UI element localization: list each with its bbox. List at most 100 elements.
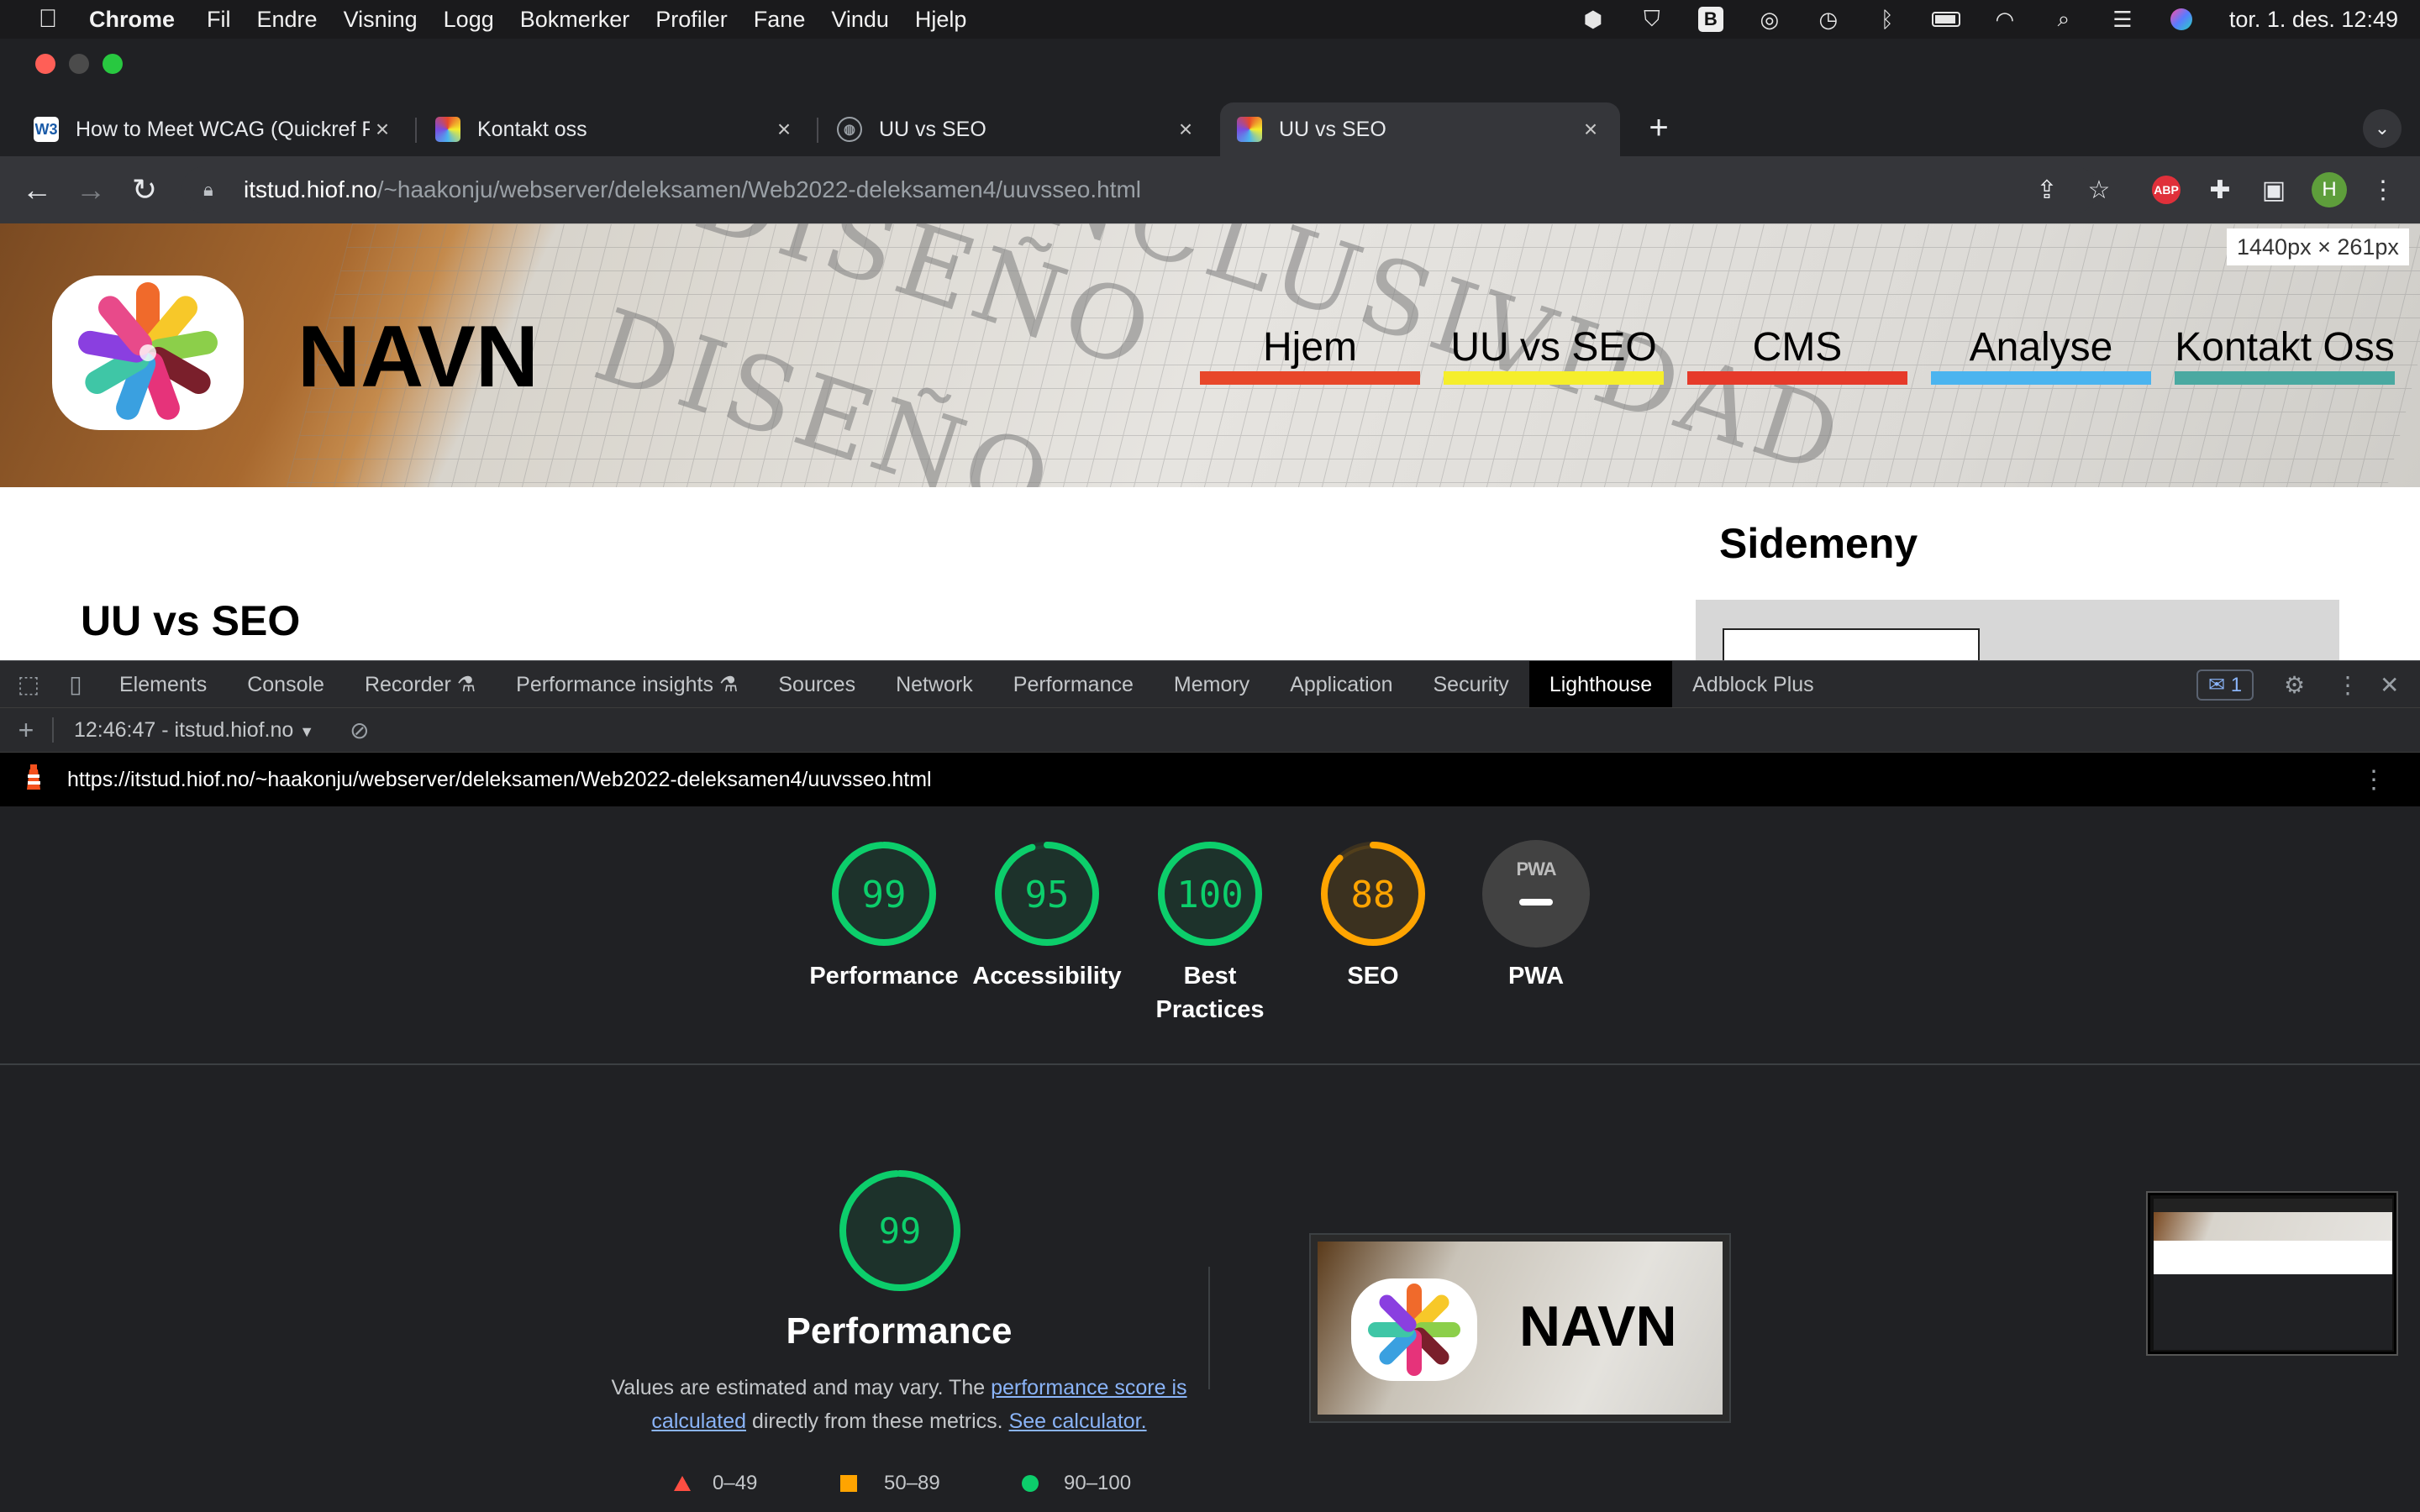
menu-vindu[interactable]: Vindu (831, 7, 889, 33)
devtools-tab-sources[interactable]: Sources (758, 661, 876, 708)
chrome-menu-kebab-icon[interactable]: ⋮ (2363, 170, 2403, 210)
nav-link-analyse[interactable]: Analyse (1931, 324, 2151, 370)
menu-fil[interactable]: Fil (207, 7, 231, 33)
side-panel-icon[interactable]: ▣ (2254, 170, 2294, 210)
adblock-extension-button[interactable]: ABP (2146, 170, 2186, 210)
site-logo[interactable] (52, 276, 244, 430)
new-tab-button[interactable]: + (1639, 108, 1679, 148)
tab-search-chevron-icon[interactable]: ⌄ (2363, 109, 2402, 148)
tab-label: UU vs SEO (1279, 117, 1386, 141)
apple-menu-icon[interactable]:  (29, 5, 67, 34)
devtools-tab-performance-insights[interactable]: Performance insights ⚗ (496, 661, 758, 708)
zoom-window-button[interactable] (103, 54, 123, 74)
hexagon-icon[interactable]: ⬢ (1579, 7, 1607, 32)
devtools-tab-recorder[interactable]: Recorder ⚗ (345, 661, 496, 708)
legend-range: 90–100 (1064, 1472, 1132, 1494)
search-icon[interactable]: ⌕ (2049, 6, 2078, 32)
b-app-icon[interactable]: B (1697, 7, 1725, 32)
report-menu-kebab-icon[interactable]: ⋮ (2361, 765, 2386, 795)
battery-icon[interactable] (1931, 7, 1960, 32)
device-toolbar-icon[interactable]: ▯ (52, 661, 99, 708)
gauge-performance[interactable]: 99 Performance (802, 840, 966, 993)
tab-uu-vs-seo[interactable]: ◍ UU vs SEO × (820, 102, 1215, 156)
globe-icon: ◍ (837, 117, 862, 142)
browser-toolbar: ← → ↻ 🔒︎ itstud.hiof.no/~haakonju/webser… (0, 156, 2420, 223)
devtools-menu-kebab-icon[interactable]: ⋮ (2336, 661, 2361, 708)
menu-bokmerker[interactable]: Bokmerker (520, 7, 630, 33)
gauge-label: PWA (1507, 963, 1565, 990)
bluetooth-icon[interactable]: ᛒ (1873, 7, 1902, 32)
fullpage-screenshot-thumbnail[interactable] (2148, 1193, 2396, 1354)
back-button[interactable]: ← (17, 170, 57, 210)
menu-app-chrome[interactable]: Chrome (89, 7, 175, 33)
site-favicon-icon (435, 117, 460, 142)
clear-reports-icon[interactable]: ⊘ (350, 717, 369, 744)
issues-button[interactable]: ✉ 1 (2196, 661, 2254, 708)
devtools-tab-console[interactable]: Console (227, 661, 345, 708)
gauge-pwa[interactable]: PWA PWA (1454, 840, 1618, 993)
reload-button[interactable]: ↻ (124, 170, 165, 210)
time-machine-icon[interactable]: ◷ (1814, 7, 1843, 32)
menu-endre[interactable]: Endre (257, 7, 318, 33)
gauge-best-practices[interactable]: 100 Best Practices (1128, 840, 1292, 1026)
new-report-plus-icon[interactable]: + (0, 715, 52, 746)
close-tab-icon[interactable]: × (1578, 116, 1603, 143)
flask-icon: ⚗ (456, 672, 476, 696)
minimize-window-button[interactable] (69, 54, 89, 74)
lock-icon[interactable]: 🔒︎ (203, 179, 225, 201)
menu-logg[interactable]: Logg (444, 7, 494, 33)
tab-separator (817, 118, 818, 143)
shield-icon[interactable]: ⛉ (1638, 6, 1666, 32)
devtools-tab-elements[interactable]: Elements (99, 661, 227, 708)
inspect-element-icon[interactable]: ⬚ (5, 661, 52, 708)
tab-separator (415, 118, 417, 143)
menu-profiler[interactable]: Profiler (655, 7, 728, 33)
nav-link-cms[interactable]: CMS (1687, 324, 1907, 370)
devtools-tab-memory[interactable]: Memory (1154, 661, 1270, 708)
menu-visning[interactable]: Visning (344, 7, 418, 33)
share-icon[interactable]: ⇪ (2027, 170, 2067, 210)
close-devtools-icon[interactable]: ✕ (2380, 661, 2405, 708)
settings-gear-icon[interactable]: ⚙ (2284, 661, 2317, 708)
tab-kontakt-oss[interactable]: Kontakt oss × (418, 102, 813, 156)
devtools-tab-lighthouse[interactable]: Lighthouse (1528, 660, 1673, 708)
tab-wcag[interactable]: W3 How to Meet WCAG (Quickref Reference)… (17, 102, 412, 156)
nav-link-uu-vs-seo[interactable]: UU vs SEO (1444, 324, 1664, 370)
report-url[interactable]: https://itstud.hiof.no/~haakonju/webserv… (67, 768, 932, 792)
devtools-tab-security[interactable]: Security (1413, 661, 1529, 708)
sidebar-search-input[interactable] (1723, 628, 1980, 660)
devtools-tab-adblock-plus[interactable]: Adblock Plus (1672, 661, 1834, 708)
devtools-tab-network[interactable]: Network (876, 661, 993, 708)
tab-uu-vs-seo-active[interactable]: UU vs SEO × (1220, 102, 1620, 156)
profile-button[interactable]: H (2309, 170, 2349, 210)
siri-icon[interactable] (2167, 7, 2196, 32)
pass-circle-icon (1022, 1475, 1039, 1492)
close-tab-icon[interactable]: × (370, 116, 395, 143)
gauge-accessibility[interactable]: 95 Accessibility (965, 840, 1129, 993)
devtools-tab-application[interactable]: Application (1270, 661, 1413, 708)
bookmark-star-icon[interactable]: ☆ (2079, 170, 2119, 210)
see-calculator-link[interactable]: See calculator. (1009, 1410, 1147, 1433)
nav-link-hjem[interactable]: Hjem (1200, 324, 1420, 370)
menu-fane[interactable]: Fane (754, 7, 806, 33)
airdrop-icon[interactable]: ◎ (1755, 7, 1784, 32)
menubar-clock[interactable]: tor. 1. des. 12:49 (2229, 7, 2398, 33)
extensions-puzzle-icon[interactable]: ✚ (2200, 170, 2240, 210)
forward-button[interactable]: → (71, 170, 111, 210)
report-selector[interactable]: 12:46:47 - itstud.hiof.no ▼ (74, 718, 314, 743)
control-center-icon[interactable]: ☰ (2108, 7, 2137, 32)
close-window-button[interactable] (35, 54, 55, 74)
w3c-favicon-icon: W3 (34, 117, 59, 142)
close-tab-icon[interactable]: × (771, 116, 797, 143)
menu-hjelp[interactable]: Hjelp (915, 7, 967, 33)
gauge-seo[interactable]: 88 SEO (1291, 840, 1455, 993)
final-screenshot[interactable]: NAVN (1309, 1233, 1731, 1423)
close-tab-icon[interactable]: × (1173, 116, 1198, 143)
thumbnail-content (2154, 1241, 2392, 1274)
legend-range: 0–49 (713, 1472, 758, 1494)
page-title: UU vs SEO (81, 597, 301, 644)
wifi-icon[interactable]: ◠ (1991, 7, 2019, 32)
nav-link-kontakt-oss[interactable]: Kontakt Oss (2175, 324, 2395, 370)
address-bar[interactable]: 🔒︎ itstud.hiof.no/~haakonju/webserver/de… (182, 166, 2097, 213)
devtools-tab-performance[interactable]: Performance (993, 661, 1154, 708)
